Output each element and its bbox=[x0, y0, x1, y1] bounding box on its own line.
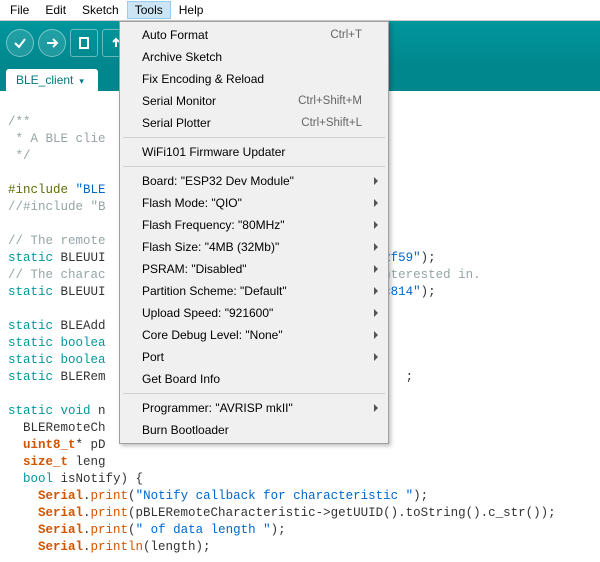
menu-item-label: Flash Mode: "QIO" bbox=[142, 196, 362, 210]
menu-item[interactable]: Burn Bootloader bbox=[122, 419, 386, 441]
code-line: // The charac bbox=[8, 268, 106, 282]
menu-item[interactable]: Auto FormatCtrl+T bbox=[122, 24, 386, 46]
menu-file[interactable]: File bbox=[2, 1, 37, 19]
menu-item-label: Partition Scheme: "Default" bbox=[142, 284, 362, 298]
menu-item[interactable]: Board: "ESP32 Dev Module" bbox=[122, 170, 386, 192]
menu-tools[interactable]: Tools bbox=[127, 1, 171, 19]
code-line: * A BLE clie bbox=[8, 132, 106, 146]
menu-item-label: WiFi101 Firmware Updater bbox=[142, 145, 362, 159]
menu-help[interactable]: Help bbox=[171, 1, 212, 19]
menu-item-label: Programmer: "AVRISP mkII" bbox=[142, 401, 362, 415]
menu-item[interactable]: Archive Sketch bbox=[122, 46, 386, 68]
menu-item-label: Auto Format bbox=[142, 28, 330, 42]
menu-edit[interactable]: Edit bbox=[37, 1, 74, 19]
menu-item[interactable]: Partition Scheme: "Default" bbox=[122, 280, 386, 302]
menu-item-label: Upload Speed: "921600" bbox=[142, 306, 362, 320]
menu-separator bbox=[123, 393, 385, 394]
menu-item[interactable]: Core Debug Level: "None" bbox=[122, 324, 386, 346]
menu-item-label: Board: "ESP32 Dev Module" bbox=[142, 174, 362, 188]
code-line: //#include "B bbox=[8, 200, 106, 214]
menu-item-shortcut: Ctrl+T bbox=[330, 29, 362, 41]
menu-separator bbox=[123, 137, 385, 138]
menu-item-label: PSRAM: "Disabled" bbox=[142, 262, 362, 276]
menu-item-shortcut: Ctrl+Shift+L bbox=[301, 117, 362, 129]
menu-item-label: Flash Frequency: "80MHz" bbox=[142, 218, 362, 232]
menu-item-shortcut: Ctrl+Shift+M bbox=[298, 95, 362, 107]
tab-ble-client[interactable]: BLE_client bbox=[6, 69, 98, 91]
menu-item-label: Core Debug Level: "None" bbox=[142, 328, 362, 342]
tools-dropdown: Auto FormatCtrl+T Archive Sketch Fix Encod… bbox=[119, 21, 389, 444]
menu-item-label: Archive Sketch bbox=[142, 50, 362, 64]
menu-item[interactable]: Port bbox=[122, 346, 386, 368]
menu-item[interactable]: WiFi101 Firmware Updater bbox=[122, 141, 386, 163]
menu-item[interactable]: Fix Encoding & Reload bbox=[122, 68, 386, 90]
menu-item[interactable]: PSRAM: "Disabled" bbox=[122, 258, 386, 280]
menu-sketch[interactable]: Sketch bbox=[74, 1, 127, 19]
menu-item-label: Get Board Info bbox=[142, 372, 362, 386]
menu-item-label: Serial Monitor bbox=[142, 94, 298, 108]
menu-item-label: Flash Size: "4MB (32Mb)" bbox=[142, 240, 362, 254]
menubar: File Edit Sketch Tools Help bbox=[0, 0, 600, 21]
menu-item-label: Serial Plotter bbox=[142, 116, 301, 130]
menu-separator bbox=[123, 166, 385, 167]
verify-button[interactable] bbox=[6, 29, 34, 57]
menu-item[interactable]: Programmer: "AVRISP mkII" bbox=[122, 397, 386, 419]
menu-item-label: Burn Bootloader bbox=[142, 423, 362, 437]
menu-item[interactable]: Flash Frequency: "80MHz" bbox=[122, 214, 386, 236]
menu-item-label: Port bbox=[142, 350, 362, 364]
code-line: */ bbox=[8, 149, 31, 163]
menu-item[interactable]: Serial PlotterCtrl+Shift+L bbox=[122, 112, 386, 134]
new-button[interactable] bbox=[70, 29, 98, 57]
code-line: /** bbox=[8, 115, 31, 129]
upload-button[interactable] bbox=[38, 29, 66, 57]
code-line: // The remote bbox=[8, 234, 106, 248]
menu-item[interactable]: Get Board Info bbox=[122, 368, 386, 390]
menu-item[interactable]: Upload Speed: "921600" bbox=[122, 302, 386, 324]
menu-item[interactable]: Flash Size: "4MB (32Mb)" bbox=[122, 236, 386, 258]
menu-item[interactable]: Flash Mode: "QIO" bbox=[122, 192, 386, 214]
menu-item[interactable]: Serial MonitorCtrl+Shift+M bbox=[122, 90, 386, 112]
menu-item-label: Fix Encoding & Reload bbox=[142, 72, 362, 86]
code-line: #include bbox=[8, 183, 68, 197]
